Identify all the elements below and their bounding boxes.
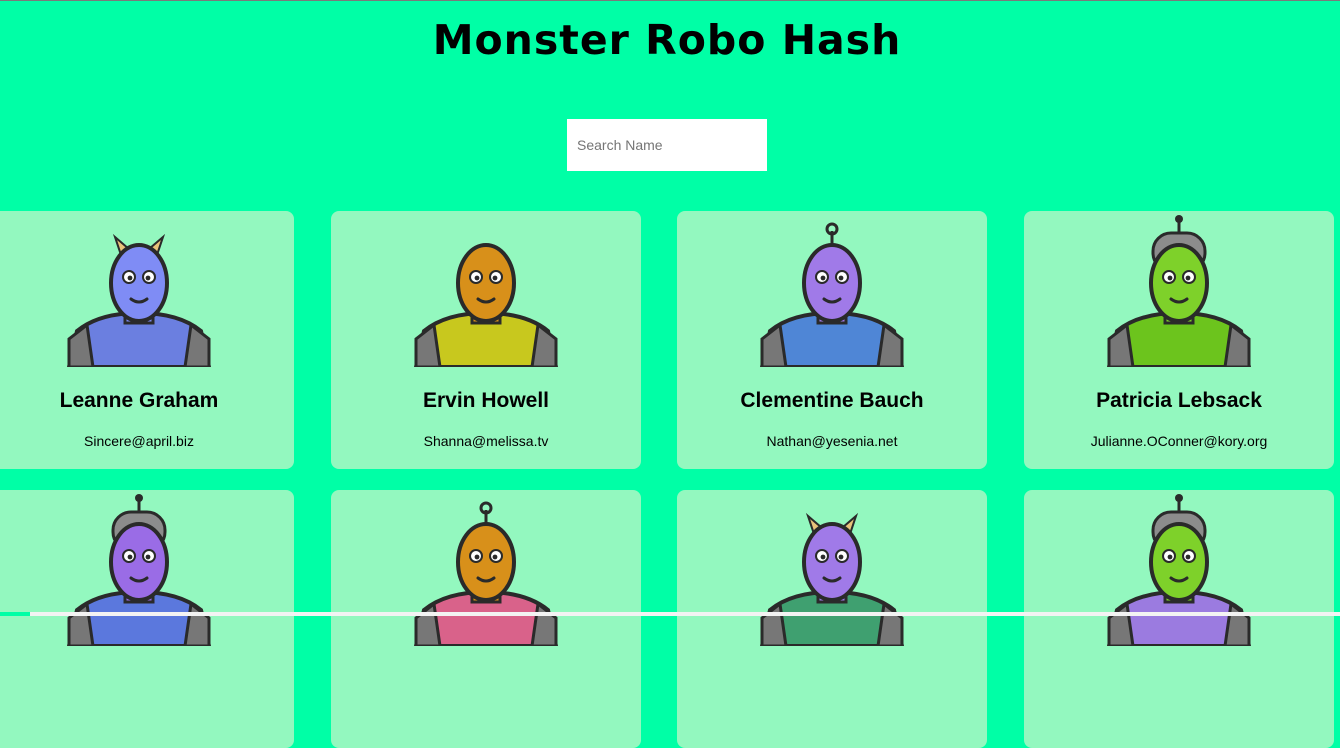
- monster-card[interactable]: Patricia Lebsack Julianne.OConner@kory.o…: [1024, 211, 1334, 469]
- orange-spiky-monster-icon: [413, 243, 559, 367]
- card-name: Leanne Graham: [59, 389, 219, 412]
- purple-horned-monster-icon: [759, 512, 905, 646]
- monster-card[interactable]: Leanne Graham Sincere@april.biz: [0, 211, 294, 469]
- green-helmet-robot-icon: [1106, 215, 1252, 367]
- monster-card[interactable]: Ervin Howell Shanna@melissa.tv: [331, 211, 641, 469]
- monster-card[interactable]: [1024, 490, 1334, 748]
- green-helmet-robot-icon: [1106, 494, 1252, 646]
- purple-cyclops-robot-icon: [759, 222, 905, 367]
- monster-card[interactable]: Clementine Bauch Nathan@yesenia.net: [677, 211, 987, 469]
- card-name: Clementine Bauch: [740, 389, 924, 412]
- scrollbar-gap: [0, 612, 30, 616]
- search-input[interactable]: [567, 119, 767, 171]
- card-name: Ervin Howell: [422, 389, 550, 412]
- blue-horned-monster-icon: [66, 233, 212, 367]
- purple-helmet-robot-icon: [66, 494, 212, 646]
- window-top-border: [0, 0, 1340, 1]
- monster-card[interactable]: [331, 490, 641, 748]
- page-title: Monster Robo Hash: [432, 16, 902, 64]
- monster-card[interactable]: [677, 490, 987, 748]
- orange-antenna-monster-icon: [413, 501, 559, 646]
- card-email: Sincere@april.biz: [84, 433, 194, 449]
- card-email: Nathan@yesenia.net: [766, 433, 898, 449]
- card-name: Patricia Lebsack: [1096, 389, 1262, 412]
- card-email: Julianne.OConner@kory.org: [1090, 433, 1268, 449]
- scrollbar-track[interactable]: [0, 612, 1340, 616]
- card-email: Shanna@melissa.tv: [423, 433, 549, 449]
- monster-card[interactable]: [0, 490, 294, 748]
